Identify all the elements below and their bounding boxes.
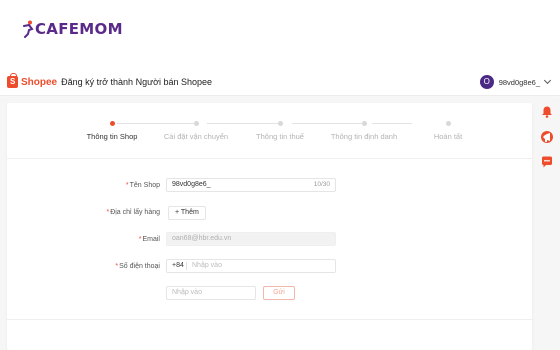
shopee-logo-text: Shopee bbox=[21, 76, 58, 88]
shopee-bag-icon: S bbox=[7, 73, 18, 88]
stepper: Thông tin Shop Cài đặt vận chuyển Thông … bbox=[7, 121, 532, 151]
step-dot bbox=[361, 121, 367, 126]
email-label: *Email bbox=[138, 236, 160, 243]
shop-name-value: 98vd0g8e6_ bbox=[172, 181, 211, 188]
pickup-address-label: *Địa chỉ lấy hàng bbox=[106, 209, 160, 216]
brand-name: CAFEMOM bbox=[35, 20, 123, 38]
step-label: Thông tin định danh bbox=[330, 132, 398, 141]
step-dot bbox=[193, 121, 199, 126]
otp-placeholder: Nhập vào bbox=[172, 289, 202, 296]
step-label: Thông tin thuế bbox=[256, 132, 304, 141]
step-label: Cài đặt vận chuyển bbox=[163, 132, 229, 141]
shop-name-input[interactable]: 98vd0g8e6_ 10/30 bbox=[166, 178, 336, 192]
step-dot bbox=[445, 121, 451, 126]
separator bbox=[186, 262, 187, 270]
top-header: S Shopee Đăng ký trở thành Người bán Sho… bbox=[0, 70, 560, 96]
char-count: 10/30 bbox=[313, 181, 330, 188]
step-label: Thông tin Shop bbox=[86, 132, 138, 141]
step-shipping: Cài đặt vận chuyển bbox=[151, 121, 241, 141]
step-label: Hoàn tất bbox=[433, 132, 463, 141]
country-code[interactable]: +84 bbox=[172, 260, 184, 272]
send-otp-button[interactable]: Gửi bbox=[263, 286, 295, 300]
bell-icon[interactable] bbox=[540, 105, 554, 119]
divider bbox=[7, 158, 532, 159]
divider bbox=[7, 319, 532, 320]
phone-placeholder: Nhập vào bbox=[192, 262, 222, 269]
account-menu[interactable]: O 98vd0g8e6_ bbox=[479, 75, 552, 89]
step-dot bbox=[277, 121, 283, 126]
step-shop-info: Thông tin Shop bbox=[67, 121, 157, 141]
phone-label: *Số điện thoại bbox=[115, 263, 160, 270]
chat-icon[interactable] bbox=[540, 155, 554, 169]
step-complete: Hoàn tất bbox=[403, 121, 493, 141]
account-name: 98vd0g8e6_ bbox=[498, 77, 540, 87]
figure-icon bbox=[23, 20, 34, 38]
megaphone-icon[interactable] bbox=[540, 130, 554, 144]
shop-name-label: *Tên Shop bbox=[125, 182, 160, 189]
step-tax: Thông tin thuế bbox=[235, 121, 325, 141]
email-field[interactable]: oan68@hbr.edu.vn bbox=[166, 232, 336, 246]
chevron-down-icon bbox=[543, 76, 552, 85]
otp-input[interactable]: Nhập vào bbox=[166, 286, 256, 300]
registration-card: Thông tin Shop Cài đặt vận chuyển Thông … bbox=[7, 103, 532, 350]
cafemom-logo[interactable]: CAFEMOM bbox=[22, 20, 123, 38]
avatar: O bbox=[479, 75, 494, 89]
brand-bar: CAFEMOM bbox=[0, 0, 560, 70]
phone-input[interactable]: +84 Nhập vào bbox=[166, 259, 336, 273]
page-title: Đăng ký trở thành Người bán Shopee bbox=[61, 77, 213, 87]
add-address-button[interactable]: + Thêm bbox=[168, 206, 206, 220]
step-identity: Thông tin định danh bbox=[319, 121, 409, 141]
email-value: oan68@hbr.edu.vn bbox=[172, 235, 232, 242]
step-dot bbox=[109, 121, 115, 126]
shopee-logo[interactable]: S Shopee Đăng ký trở thành Người bán Sho… bbox=[7, 73, 213, 88]
